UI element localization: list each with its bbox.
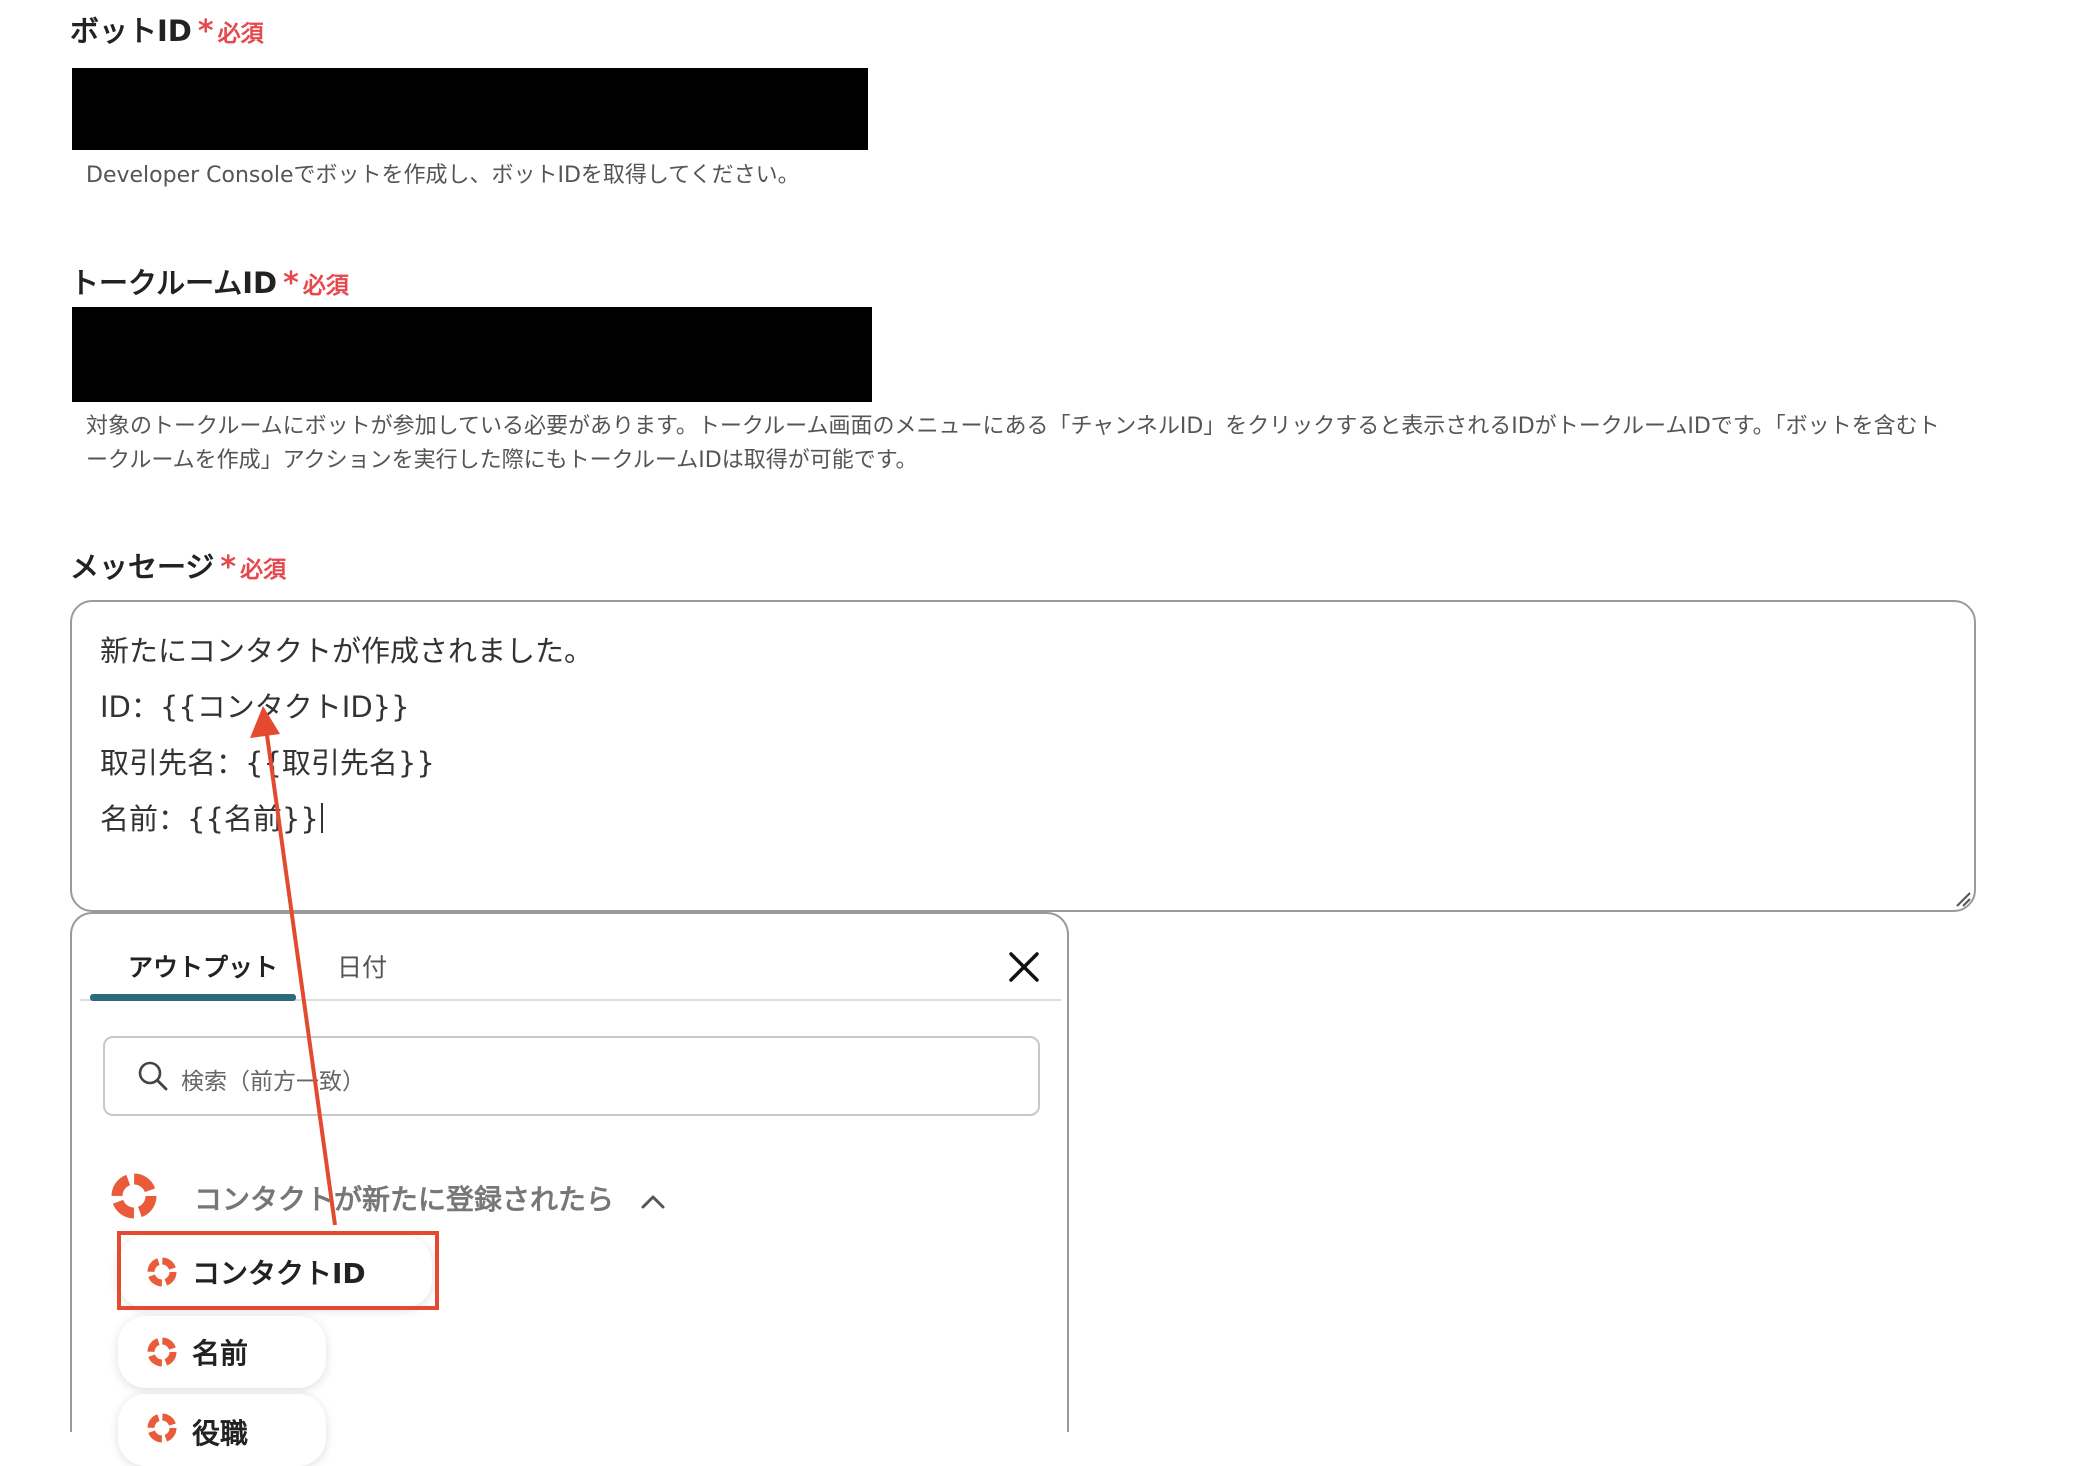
talkroom-id-label: トークルームID bbox=[70, 266, 278, 300]
text-caret bbox=[320, 803, 323, 833]
required-star: * bbox=[197, 14, 214, 49]
lifebuoy-icon bbox=[110, 1172, 158, 1220]
tab-output[interactable]: アウトプット bbox=[128, 948, 278, 984]
required-star: * bbox=[283, 266, 299, 301]
message-label-row: メッセージ * 必須 bbox=[70, 544, 286, 586]
output-item-label: 役職 bbox=[192, 1417, 249, 1450]
search-placeholder: 検索（前方一致） bbox=[181, 1069, 365, 1095]
message-line-1: 新たにコンタクトが作成されました。 bbox=[100, 634, 594, 668]
bot-id-label-row: ボットID * 必須 bbox=[70, 8, 264, 50]
bot-id-input-redacted[interactable] bbox=[72, 68, 868, 150]
required-text: 必須 bbox=[240, 557, 287, 583]
lifebuoy-icon bbox=[147, 1413, 177, 1443]
annotation-highlight-box bbox=[117, 1231, 439, 1310]
tab-date[interactable]: 日付 bbox=[337, 948, 387, 984]
required-text: 必須 bbox=[302, 273, 349, 299]
search-icon bbox=[138, 1061, 168, 1091]
output-item-label: 名前 bbox=[192, 1337, 249, 1370]
close-icon[interactable] bbox=[1008, 951, 1040, 983]
talkroom-id-label-row: トークルームID * 必須 bbox=[70, 260, 349, 302]
message-line-2: ID：{{コンタクトID}} bbox=[100, 690, 410, 724]
output-group-title[interactable]: コンタクトが新たに登録されたら bbox=[194, 1178, 614, 1218]
talkroom-id-input-redacted[interactable] bbox=[72, 307, 872, 402]
bot-id-helper: Developer Consoleでボットを作成し、ボットIDを取得してください… bbox=[86, 163, 800, 188]
active-tab-indicator bbox=[90, 994, 296, 1001]
message-line-3: 取引先名：{{取引先名}} bbox=[100, 746, 435, 780]
talkroom-id-helper-line-1: 対象のトークルームにボットが参加している必要があります。トークルーム画面のメニュ… bbox=[86, 414, 1940, 439]
message-line-4: 名前：{{名前}} bbox=[100, 796, 323, 838]
search-input[interactable]: 検索（前方一致） bbox=[103, 1036, 1040, 1116]
message-label: メッセージ bbox=[70, 550, 215, 584]
chevron-up-icon[interactable] bbox=[640, 1192, 666, 1210]
output-item-name[interactable]: 名前 bbox=[118, 1316, 326, 1388]
resize-grip-icon[interactable] bbox=[1953, 889, 1971, 907]
required-star: * bbox=[220, 550, 237, 585]
talkroom-id-helper-line-2: ークルームを作成」アクションを実行した際にもトークルームIDは取得が可能です。 bbox=[86, 448, 918, 473]
message-textarea[interactable]: 新たにコンタクトが作成されました。 ID：{{コンタクトID}} 取引先名：{{… bbox=[70, 600, 1976, 912]
bot-id-label: ボットID bbox=[70, 14, 192, 48]
output-item-title[interactable]: 役職 bbox=[118, 1394, 326, 1466]
lifebuoy-icon bbox=[147, 1337, 177, 1367]
required-text: 必須 bbox=[217, 21, 264, 47]
